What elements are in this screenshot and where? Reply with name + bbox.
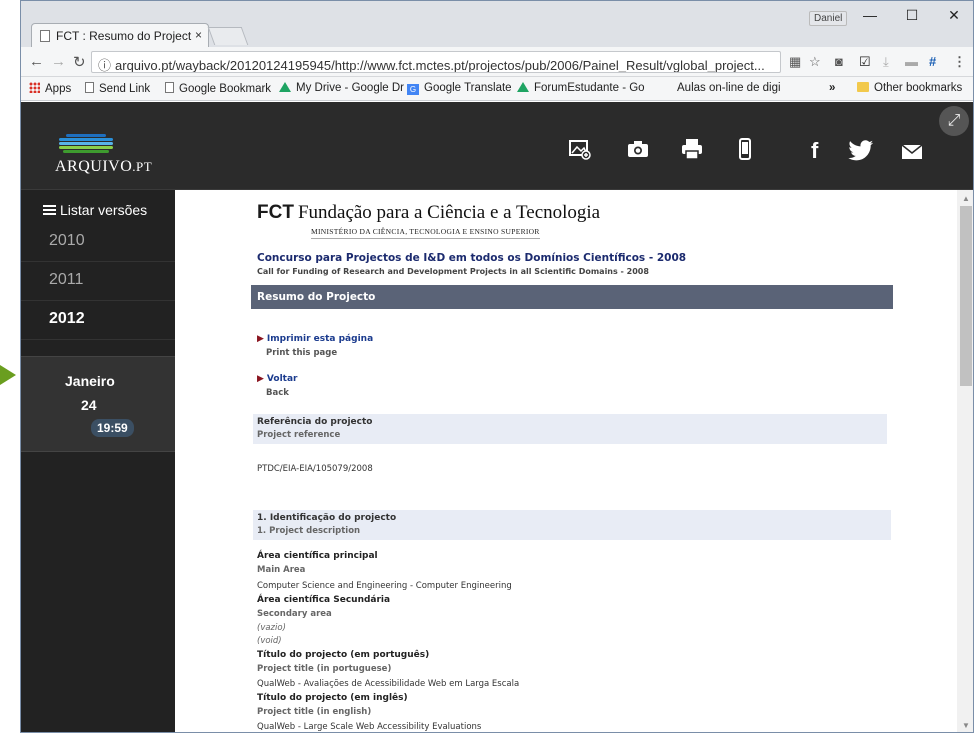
- bookmark-forumestudante[interactable]: ForumEstudante - Go: [517, 82, 645, 94]
- secondary-area-label: Área científica Secundária: [257, 595, 391, 605]
- address-bar[interactable]: ⓘ arquivo.pt/wayback/20120124195945/http:…: [91, 51, 781, 73]
- camera-extension-icon[interactable]: ◙: [835, 54, 843, 69]
- mail-icon[interactable]: [901, 144, 923, 160]
- main-area-label-en: Main Area: [257, 565, 306, 575]
- arrow-right-icon: ▶: [257, 334, 264, 344]
- bookmark-google-bookmark[interactable]: Google Bookmark: [165, 82, 271, 95]
- back-link-en: Back: [266, 388, 289, 398]
- title-pt-label: Título do projecto (em português): [257, 650, 430, 660]
- time-badge[interactable]: 19:59: [91, 419, 134, 437]
- secondary-area-label-en: Secondary area: [257, 609, 332, 619]
- fct-title: FCT Fundação para a Ciência e a Tecnologi…: [257, 202, 601, 223]
- folder-icon: [857, 82, 869, 92]
- bookmark-google-translate[interactable]: G Google Translate: [407, 82, 512, 95]
- bookmark-send-link[interactable]: Send Link: [85, 82, 150, 95]
- print-icon[interactable]: [681, 138, 703, 160]
- title-en-label: Título do projecto (em inglês): [257, 693, 408, 703]
- archived-content: FCT Fundação para a Ciência e a Tecnologi…: [175, 190, 957, 732]
- bookmark-other[interactable]: Other bookmarks: [857, 82, 962, 94]
- hash-extension-icon[interactable]: #: [929, 54, 936, 69]
- title-pt-value: QualWeb - Avaliações de Acessibilidade W…: [257, 679, 520, 689]
- menu-icon[interactable]: ⋮: [953, 54, 966, 70]
- bookmark-my-drive[interactable]: My Drive - Google Dr: [279, 82, 404, 94]
- drive-icon: [279, 82, 291, 92]
- selected-version-box: Janeiro 24 19:59: [21, 356, 175, 452]
- page-icon: [85, 82, 94, 93]
- checkbox-extension-icon[interactable]: ☑: [859, 54, 871, 70]
- minimize-button[interactable]: —: [855, 7, 885, 23]
- tab-bar: FCT : Resumo do Project × Daniel — ☐ ✕: [21, 1, 973, 47]
- print-link-en: Print this page: [266, 348, 338, 358]
- month-label[interactable]: Janeiro: [65, 373, 115, 389]
- tab-title: FCT : Resumo do Project: [56, 29, 192, 43]
- arquivo-logo-text[interactable]: ARQUIVO.PT: [55, 158, 152, 176]
- mobile-icon[interactable]: [739, 138, 751, 160]
- drive-icon: [517, 82, 529, 92]
- back-arrow-icon[interactable]: ←: [29, 53, 44, 70]
- page-icon: [165, 82, 174, 93]
- outer-arrow-marker: [0, 365, 16, 385]
- list-icon: [43, 205, 56, 216]
- reference-section-header: Referência do projecto Project reference: [253, 414, 887, 444]
- info-icon[interactable]: ⓘ: [98, 58, 111, 72]
- arquivo-logo-icon[interactable]: [59, 134, 113, 154]
- title-en-value: QualWeb - Large Scale Web Accessibility …: [257, 722, 482, 732]
- new-tab-button[interactable]: [207, 27, 249, 45]
- twitter-icon[interactable]: [847, 140, 875, 162]
- download-icon[interactable]: ⤓: [883, 54, 889, 70]
- arrow-right-icon: ▶: [257, 374, 264, 384]
- expand-icon[interactable]: ⤢: [939, 106, 969, 136]
- facebook-icon[interactable]: f: [811, 138, 818, 164]
- scrollbar-thumb[interactable]: [960, 206, 972, 386]
- bookmark-aulas-online[interactable]: Aulas on-line de digi: [677, 82, 781, 94]
- secondary-area-vazio: (vazio): [257, 623, 286, 633]
- ministry-subtitle: MINISTÉRIO DA CIÊNCIA, TECNOLOGIA E ENSI…: [311, 227, 540, 239]
- bookmarks-overflow-button[interactable]: »: [829, 82, 835, 94]
- apps-grid-icon: [29, 82, 40, 93]
- main-area-value: Computer Science and Engineering - Compu…: [257, 581, 512, 591]
- bookmarks-bar: Apps Send Link Google Bookmark My Drive …: [21, 77, 973, 101]
- close-window-button[interactable]: ✕: [939, 7, 969, 24]
- arquivo-page: ARQUIVO.PT f ⤢ Listar versões 2010 2011 …: [21, 102, 973, 732]
- bookmark-apps[interactable]: Apps: [29, 82, 71, 95]
- year-2012[interactable]: 2012: [21, 302, 175, 340]
- translate-icon: G: [407, 84, 419, 95]
- secondary-area-void: (void): [257, 636, 282, 646]
- scroll-down-icon[interactable]: ▼: [962, 721, 970, 730]
- identification-section-header: 1. Identificação do projecto 1. Project …: [253, 510, 891, 540]
- camera-icon[interactable]: [627, 140, 649, 158]
- call-subtitle: Call for Funding of Research and Develop…: [257, 267, 649, 276]
- concurso-title: Concurso para Projectos de I&D em todos …: [257, 252, 687, 264]
- browser-window: FCT : Resumo do Project × Daniel — ☐ ✕ ←…: [20, 0, 974, 733]
- star-icon[interactable]: ☆: [809, 54, 821, 70]
- image-add-icon[interactable]: [569, 140, 591, 160]
- url-text: arquivo.pt/wayback/20120124195945/http:/…: [115, 58, 765, 73]
- back-link[interactable]: ▶ Voltar: [257, 374, 297, 384]
- screen-extension-icon[interactable]: ▬: [905, 54, 918, 69]
- scrollbar[interactable]: ▲ ▼: [957, 190, 973, 732]
- summary-banner: Resumo do Projecto: [251, 285, 893, 309]
- versions-sidebar: Listar versões 2010 2011 2012 Janeiro 24…: [21, 190, 175, 732]
- page-icon: [40, 30, 50, 42]
- maximize-button[interactable]: ☐: [897, 7, 927, 24]
- print-link[interactable]: ▶ Imprimir esta página: [257, 334, 373, 344]
- reload-icon[interactable]: ↻: [73, 53, 86, 71]
- user-profile-button[interactable]: Daniel: [809, 11, 848, 26]
- forward-arrow-icon[interactable]: →: [51, 53, 66, 70]
- day-label[interactable]: 24: [81, 397, 97, 413]
- title-pt-label-en: Project title (in portuguese): [257, 664, 392, 674]
- address-toolbar: ← → ↻ ⓘ arquivo.pt/wayback/20120124195945…: [21, 47, 973, 77]
- reference-value: PTDC/EIA-EIA/105079/2008: [257, 464, 373, 474]
- tab-close-icon[interactable]: ×: [195, 28, 202, 42]
- translate-icon[interactable]: ▦: [789, 54, 801, 70]
- year-2010[interactable]: 2010: [21, 224, 175, 262]
- scroll-up-icon[interactable]: ▲: [962, 194, 970, 203]
- year-2011[interactable]: 2011: [21, 263, 175, 301]
- list-versions-button[interactable]: Listar versões: [43, 202, 147, 218]
- main-area-label: Área científica principal: [257, 551, 378, 561]
- tab-active[interactable]: FCT : Resumo do Project ×: [31, 23, 209, 47]
- arquivo-header: ARQUIVO.PT f ⤢: [21, 102, 973, 190]
- title-en-label-en: Project title (in english): [257, 707, 372, 717]
